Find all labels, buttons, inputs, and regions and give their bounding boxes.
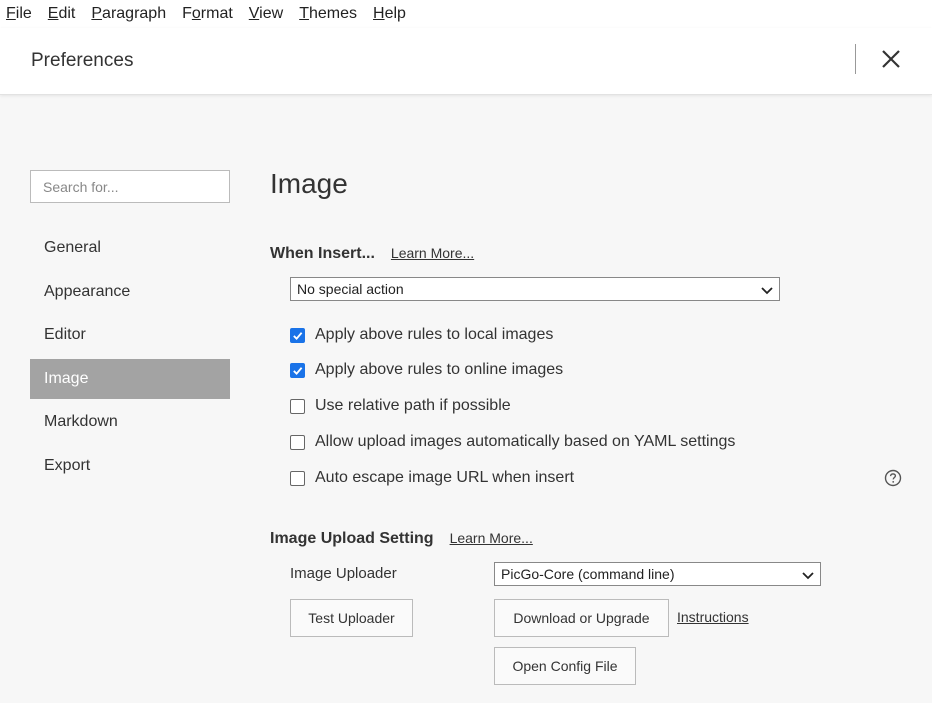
- page-title: Preferences: [31, 50, 134, 71]
- chevron-down-icon: [802, 572, 814, 580]
- sidebar-item-label: Export: [44, 456, 91, 474]
- instructions-link[interactable]: Instructions: [677, 609, 749, 625]
- sidebar-item-export[interactable]: Export: [30, 446, 230, 486]
- check-icon: [293, 331, 303, 340]
- option-auto-escape-url[interactable]: Auto escape image URL when insert: [290, 469, 574, 487]
- question-circle-icon[interactable]: [884, 469, 902, 487]
- sidebar-item-editor[interactable]: Editor: [30, 315, 230, 355]
- sidebar-item-label: Image: [44, 369, 89, 387]
- checkbox-relative-path[interactable]: [290, 398, 305, 414]
- check-icon: [293, 366, 303, 375]
- menu-file[interactable]: File: [6, 5, 32, 23]
- sidebar-item-label: Appearance: [44, 282, 131, 300]
- option-label: Auto escape image URL when insert: [315, 469, 575, 486]
- image-uploader-value: PicGo-Core (command line): [501, 566, 675, 582]
- section-title: Image: [270, 168, 348, 199]
- sidebar-item-general[interactable]: General: [30, 228, 230, 268]
- image-uploader-label: Image Uploader: [290, 565, 397, 582]
- option-label: Allow upload images automatically based …: [315, 433, 736, 450]
- option-local-images[interactable]: Apply above rules to local images: [290, 326, 553, 344]
- insert-action-value: No special action: [297, 281, 404, 297]
- open-config-file-button[interactable]: Open Config File: [494, 647, 636, 685]
- menu-edit[interactable]: Edit: [48, 5, 76, 23]
- sidebar-item-label: Markdown: [44, 413, 118, 430]
- menu-paragraph[interactable]: Paragraph: [91, 5, 166, 23]
- checkbox-online-images[interactable]: [290, 362, 305, 378]
- when-insert-heading: When Insert... Learn More...: [270, 245, 474, 263]
- upload-setting-heading: Image Upload Setting Learn More...: [270, 530, 533, 548]
- when-insert-label: When Insert...: [270, 245, 375, 262]
- insert-action-select[interactable]: No special action: [290, 277, 780, 301]
- checkbox-auto-upload-yaml[interactable]: [290, 434, 305, 450]
- image-uploader-select[interactable]: PicGo-Core (command line): [494, 562, 821, 586]
- sidebar-item-image[interactable]: Image: [30, 358, 230, 399]
- chevron-down-icon: [761, 287, 773, 295]
- option-relative-path[interactable]: Use relative path if possible: [290, 397, 511, 415]
- upload-learn-more-link[interactable]: Learn More...: [450, 530, 533, 546]
- option-label: Apply above rules to local images: [315, 326, 554, 343]
- test-uploader-button[interactable]: Test Uploader: [290, 599, 413, 637]
- menu-format[interactable]: Format: [182, 5, 233, 23]
- image-settings-panel: Image When Insert... Learn More... No sp…: [270, 0, 920, 703]
- option-online-images[interactable]: Apply above rules to online images: [290, 361, 563, 379]
- when-insert-learn-more-link[interactable]: Learn More...: [391, 245, 474, 261]
- option-auto-upload-yaml[interactable]: Allow upload images automatically based …: [290, 433, 735, 451]
- sidebar-item-markdown[interactable]: Markdown: [30, 402, 230, 442]
- sidebar-nav: General Appearance Editor Image Markdown…: [30, 228, 230, 489]
- sidebar-item-label: General: [44, 239, 101, 256]
- checkbox-auto-escape-url[interactable]: [290, 470, 305, 486]
- option-label: Apply above rules to online images: [315, 361, 564, 378]
- sidebar-item-appearance[interactable]: Appearance: [30, 272, 230, 312]
- checkbox-local-images[interactable]: [290, 327, 305, 343]
- sidebar-item-label: Editor: [44, 326, 86, 343]
- option-label: Use relative path if possible: [315, 397, 511, 414]
- search-input[interactable]: [30, 170, 230, 203]
- download-upgrade-button[interactable]: Download or Upgrade: [494, 599, 669, 637]
- upload-setting-label: Image Upload Setting: [270, 530, 434, 547]
